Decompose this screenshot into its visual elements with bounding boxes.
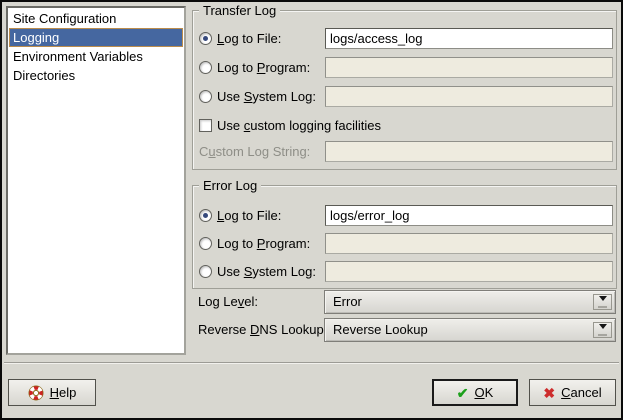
use-custom-logging-label: Use custom logging facilities	[217, 115, 381, 136]
transfer-log-to-file-label: Log to File:	[217, 28, 281, 49]
log-level-dropdown[interactable]: Error	[324, 290, 616, 314]
error-use-system-log-label: Use System Log:	[217, 261, 316, 282]
reverse-dns-value: Reverse Lookup	[325, 319, 615, 341]
ok-button-label: OK	[474, 385, 493, 400]
transfer-use-system-log-label: Use System Log:	[217, 86, 316, 107]
sidebar-item-environment-variables[interactable]: Environment Variables	[9, 47, 183, 66]
log-level-label: Log Level:	[198, 290, 258, 314]
use-custom-logging-checkbox[interactable]	[199, 119, 212, 132]
transfer-log-to-file-radio[interactable]	[199, 32, 212, 45]
error-log-to-program-radio[interactable]	[199, 237, 212, 250]
error-log-frame: Error Log Log to File: Log to Program: U…	[192, 185, 617, 289]
sidebar-item-logging[interactable]: Logging	[9, 28, 183, 47]
dropdown-arrow-icon	[599, 324, 607, 333]
custom-log-string-input	[325, 141, 613, 162]
reverse-dns-label: Reverse DNS Lookup:	[198, 318, 327, 342]
dropdown-dash	[598, 334, 607, 336]
error-log-program-input	[325, 233, 613, 254]
help-button-label: Help	[50, 385, 77, 400]
help-icon	[28, 385, 44, 401]
custom-log-string-label: Custom Log String:	[199, 141, 310, 162]
transfer-log-frame-title: Transfer Log	[199, 3, 280, 18]
config-section-list[interactable]: Site Configuration Logging Environment V…	[6, 6, 186, 355]
error-log-file-input[interactable]	[325, 205, 613, 226]
error-use-system-log-radio[interactable]	[199, 265, 212, 278]
error-system-log-input	[325, 261, 613, 282]
ok-button[interactable]: ✔ OK	[432, 379, 518, 406]
cancel-button-label: Cancel	[561, 385, 601, 400]
error-log-to-file-label: Log to File:	[217, 205, 281, 226]
transfer-log-file-input[interactable]	[325, 28, 613, 49]
dropdown-indicator	[593, 322, 612, 338]
transfer-log-to-program-radio[interactable]	[199, 61, 212, 74]
transfer-log-to-program-label: Log to Program:	[217, 57, 310, 78]
dropdown-arrow-icon	[599, 296, 607, 305]
transfer-use-system-log-radio[interactable]	[199, 90, 212, 103]
sidebar-item-directories[interactable]: Directories	[9, 66, 183, 85]
x-icon: ✖	[543, 386, 555, 400]
error-log-to-file-radio[interactable]	[199, 209, 212, 222]
dropdown-indicator	[593, 294, 612, 310]
error-log-to-program-label: Log to Program:	[217, 233, 310, 254]
help-button[interactable]: Help	[8, 379, 96, 406]
button-area-separator	[4, 362, 619, 364]
transfer-log-frame: Transfer Log Log to File: Log to Program…	[192, 10, 617, 170]
reverse-dns-dropdown[interactable]: Reverse Lookup	[324, 318, 616, 342]
sidebar-item-site-configuration[interactable]: Site Configuration	[9, 9, 183, 28]
transfer-system-log-input	[325, 86, 613, 107]
dropdown-dash	[598, 306, 607, 308]
transfer-log-program-input	[325, 57, 613, 78]
check-icon: ✔	[457, 386, 469, 400]
log-level-value: Error	[325, 291, 615, 313]
error-log-frame-title: Error Log	[199, 178, 261, 193]
httpd-logging-config-dialog: Site Configuration Logging Environment V…	[0, 0, 623, 420]
cancel-button[interactable]: ✖ Cancel	[529, 379, 616, 406]
